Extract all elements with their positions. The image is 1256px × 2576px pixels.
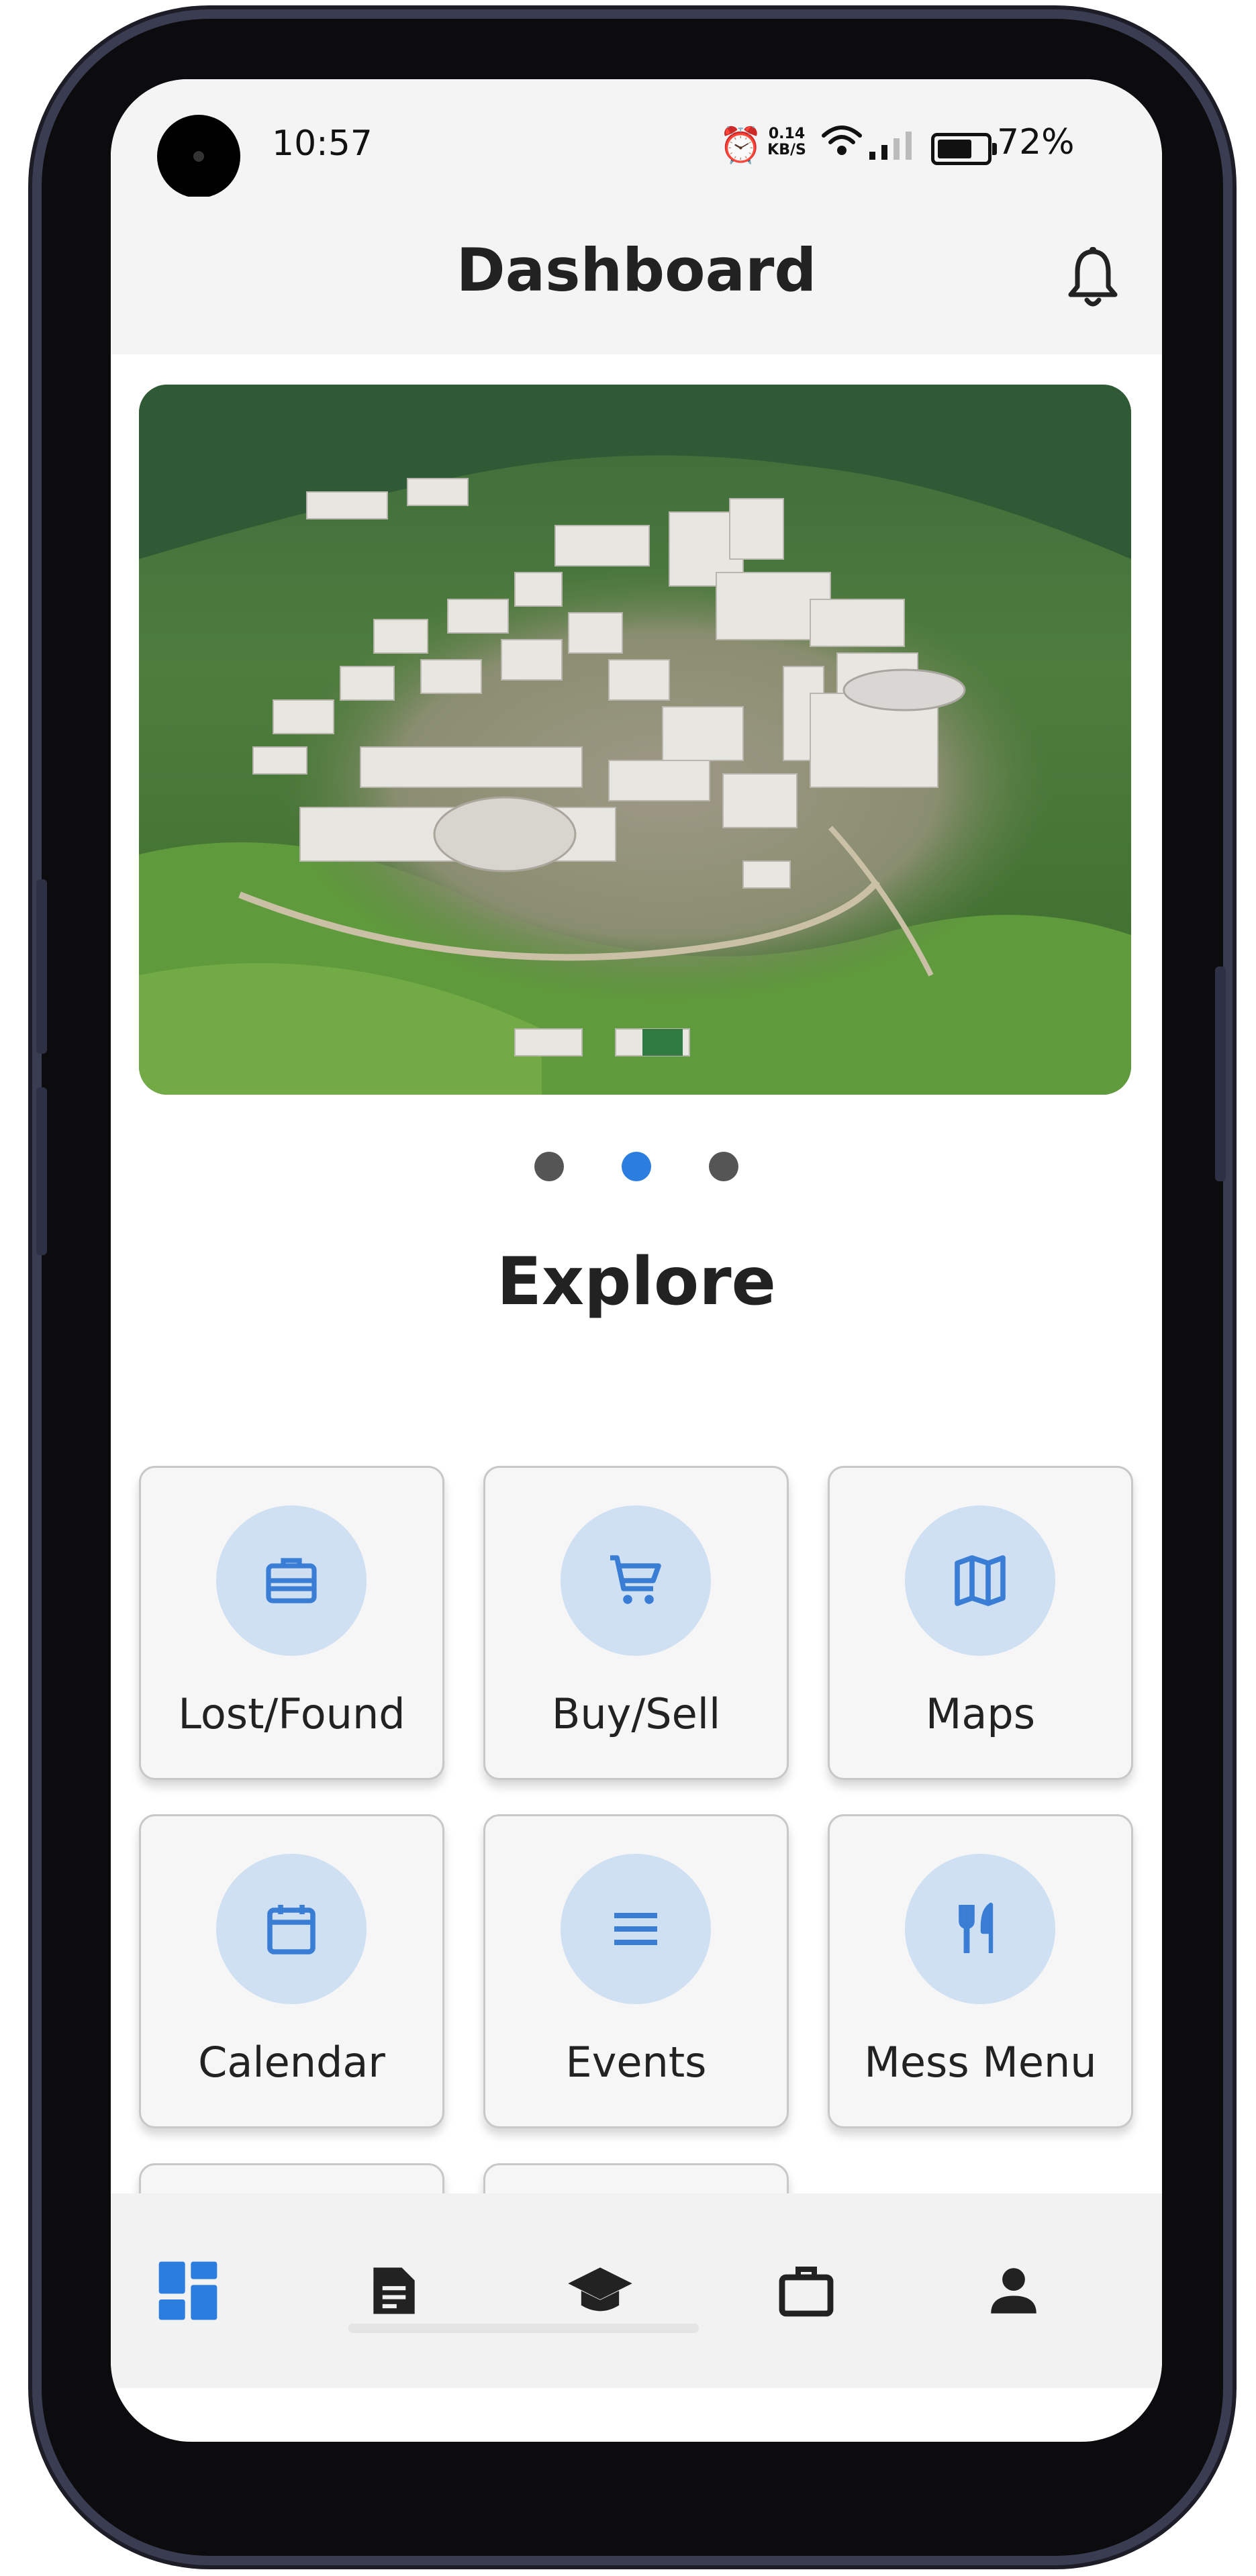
- status-time: 10:57: [272, 123, 373, 164]
- battery-icon: [931, 133, 997, 165]
- tile-icon-circle: [905, 1854, 1055, 2004]
- tile-label: Events: [565, 2038, 707, 2087]
- battery-fill: [938, 140, 971, 158]
- carousel-indicator: [111, 1152, 1162, 1185]
- calendar-icon: [267, 1905, 316, 1954]
- page-title: Dashboard: [456, 236, 817, 305]
- tile-events[interactable]: Events: [483, 1814, 789, 2128]
- volume-up-button: [36, 879, 47, 1054]
- volume-down-button: [36, 1087, 47, 1255]
- dashboard-icon: [158, 2261, 218, 2320]
- network-speed-unit: KB/S: [767, 142, 806, 158]
- tile-icon-circle: [561, 1854, 711, 2004]
- tile-maps[interactable]: Maps: [828, 1466, 1133, 1780]
- carousel-dot[interactable]: [709, 1152, 738, 1181]
- tile-label: Lost/Found: [178, 1689, 405, 1738]
- carousel-dot[interactable]: [534, 1152, 564, 1181]
- briefcase-icon: [266, 1558, 317, 1603]
- app-header: Dashboard: [111, 197, 1162, 354]
- home-indicator[interactable]: [348, 2324, 699, 2333]
- tile-label: Buy/Sell: [551, 1689, 721, 1738]
- tile-icon-circle: [905, 1505, 1055, 1656]
- bottom-navigation: [111, 2193, 1162, 2388]
- carousel-dot-active[interactable]: [622, 1152, 651, 1181]
- section-title-explore: Explore: [496, 1244, 777, 1320]
- front-camera: [157, 115, 240, 198]
- wifi-icon: [822, 126, 862, 155]
- nav-profile[interactable]: [963, 2240, 1064, 2341]
- tile-label: Mess Menu: [864, 2038, 1097, 2087]
- tile-calendar[interactable]: Calendar: [139, 1814, 444, 2128]
- battery-percentage: 72%: [997, 122, 1075, 162]
- network-speed-value: 0.14: [768, 126, 806, 142]
- tile-buy-sell[interactable]: Buy/Sell: [483, 1466, 789, 1780]
- tile-label: Maps: [925, 1689, 1036, 1738]
- network-speed: 0.14 KB/S: [763, 126, 810, 158]
- map-icon: [955, 1555, 1006, 1606]
- bell-icon[interactable]: [1063, 245, 1123, 312]
- nav-jobs[interactable]: [756, 2240, 857, 2341]
- graduation-cap-icon: [568, 2267, 632, 2312]
- tile-icon-circle: [216, 1505, 367, 1656]
- tile-icon-circle: [216, 1854, 367, 2004]
- power-button: [1215, 967, 1226, 1181]
- cart-icon: [610, 1555, 661, 1604]
- tile-mess-menu[interactable]: Mess Menu: [828, 1814, 1133, 2128]
- tile-label: Calendar: [198, 2038, 385, 2087]
- restaurant-icon: [959, 1902, 994, 1953]
- signal-icon: [869, 132, 912, 160]
- campus-photo: [139, 385, 1131, 1095]
- carousel-image[interactable]: [139, 385, 1131, 1095]
- person-icon: [991, 2268, 1036, 2314]
- tile-cafe[interactable]: [139, 2163, 444, 2193]
- explore-grid: Lost/Found Buy/Sell Maps Calendar Events…: [111, 1368, 1162, 2193]
- nav-dashboard[interactable]: [138, 2240, 238, 2341]
- list-icon: [614, 1913, 657, 1945]
- tile-lost-found[interactable]: Lost/Found: [139, 1466, 444, 1780]
- app-screen: 10:57 ⏰ 0.14 KB/S 72% Dashboard Explore …: [111, 79, 1162, 2442]
- tile-icon-circle: [561, 1505, 711, 1656]
- tile-links[interactable]: [483, 2163, 789, 2193]
- alarm-icon: ⏰: [719, 126, 763, 166]
- briefcase-icon: [779, 2267, 834, 2317]
- status-bar: 10:57 ⏰ 0.14 KB/S 72%: [111, 79, 1162, 198]
- document-icon: [373, 2267, 415, 2314]
